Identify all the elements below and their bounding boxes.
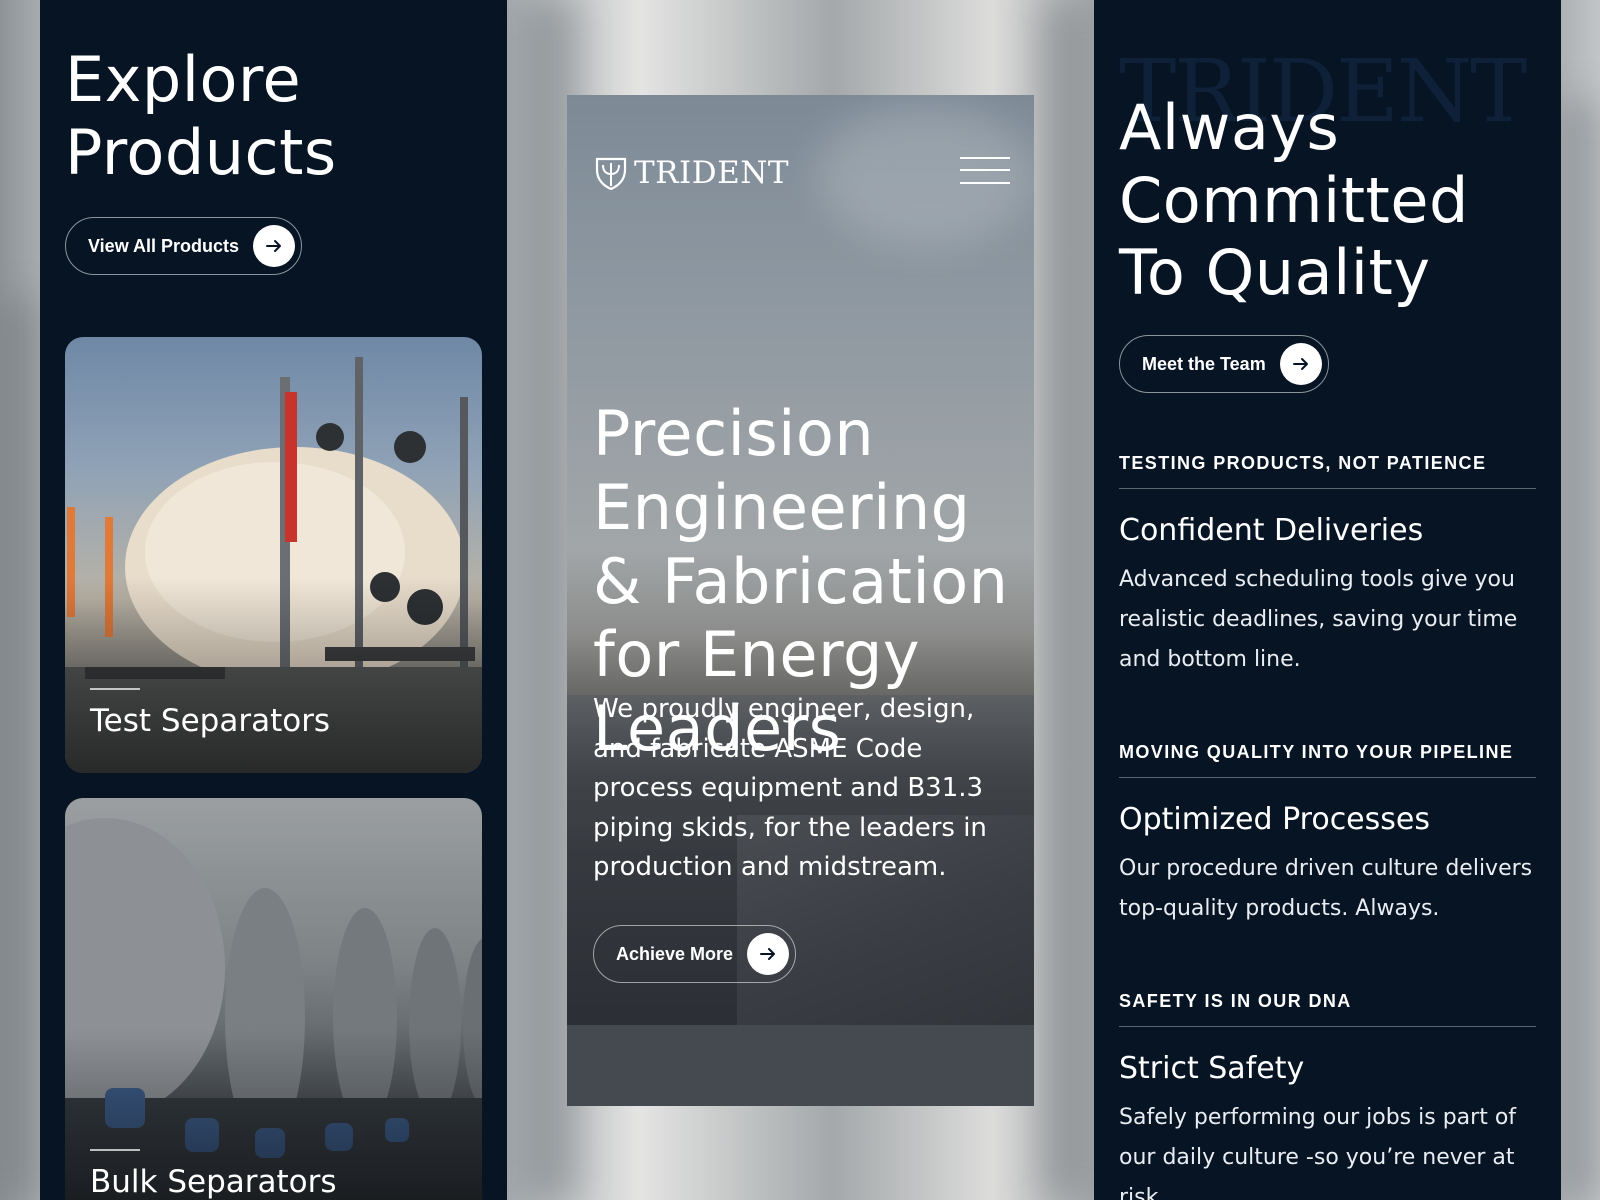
feature-eyebrow: MOVING QUALITY INTO YOUR PIPELINE — [1119, 742, 1536, 778]
product-label: Test Separators — [90, 703, 331, 739]
card-overlay — [65, 576, 482, 773]
logo-wordmark: TRIDENT — [634, 155, 790, 191]
card-divider — [90, 1149, 140, 1151]
feature-eyebrow: TESTING PRODUCTS, NOT PATIENCE — [1119, 453, 1536, 489]
view-all-products-label: View All Products — [88, 235, 240, 256]
meet-the-team-label: Meet the Team — [1142, 353, 1266, 374]
feature-title: Strict Safety — [1119, 1051, 1305, 1086]
achieve-more-label: Achieve More — [616, 943, 734, 964]
hamburger-menu-icon[interactable] — [960, 157, 1010, 185]
product-card-bulk-separators[interactable]: Bulk Separators — [65, 798, 482, 1200]
quality-panel: TRIDENT Always Committed To Quality Meet t… — [1094, 0, 1561, 1200]
quality-title: Always Committed To Quality — [1119, 91, 1469, 310]
feature-description: Our procedure driven culture delivers to… — [1119, 856, 1533, 922]
feature-confident-deliveries: TESTING PRODUCTS, NOT PATIENCE Confident… — [1119, 453, 1536, 680]
arrow-right-icon — [253, 225, 296, 267]
parking-lot — [567, 1025, 1034, 1106]
feature-strict-safety: SAFETY IS IN OUR DNA Strict Safety Safel… — [1119, 991, 1536, 1200]
arrow-right-icon — [747, 933, 790, 975]
arrow-right-icon — [1279, 343, 1322, 385]
feature-title: Confident Deliveries — [1119, 513, 1424, 548]
product-card-test-separators[interactable]: Test Separators — [65, 337, 482, 773]
card-divider — [90, 688, 140, 690]
meet-the-team-button[interactable]: Meet the Team — [1119, 335, 1329, 393]
feature-description: Advanced scheduling tools give you reali… — [1119, 567, 1518, 673]
feature-description: Safely performing our jobs is part of ou… — [1119, 1105, 1517, 1200]
achieve-more-button[interactable]: Achieve More — [593, 925, 797, 983]
mobile-hero: TRIDENT Precision Engineering & Fabricatio… — [567, 95, 1034, 1106]
hero-description: We proudly engineer, design, and fabrica… — [593, 694, 987, 883]
product-label: Bulk Separators — [90, 1164, 337, 1200]
explore-products-panel: ExploreProducts View All Products Test — [40, 0, 507, 1200]
trident-logo[interactable]: TRIDENT — [594, 155, 789, 191]
feature-title: Optimized Processes — [1119, 802, 1430, 837]
explore-products-title: Explore Products — [65, 43, 337, 189]
view-all-products-button[interactable]: View All Products — [65, 217, 303, 275]
feature-eyebrow: SAFETY IS IN OUR DNA — [1119, 991, 1536, 1027]
feature-optimized-processes: MOVING QUALITY INTO YOUR PIPELINE Optimi… — [1119, 742, 1536, 929]
trident-shield-icon — [595, 157, 627, 190]
